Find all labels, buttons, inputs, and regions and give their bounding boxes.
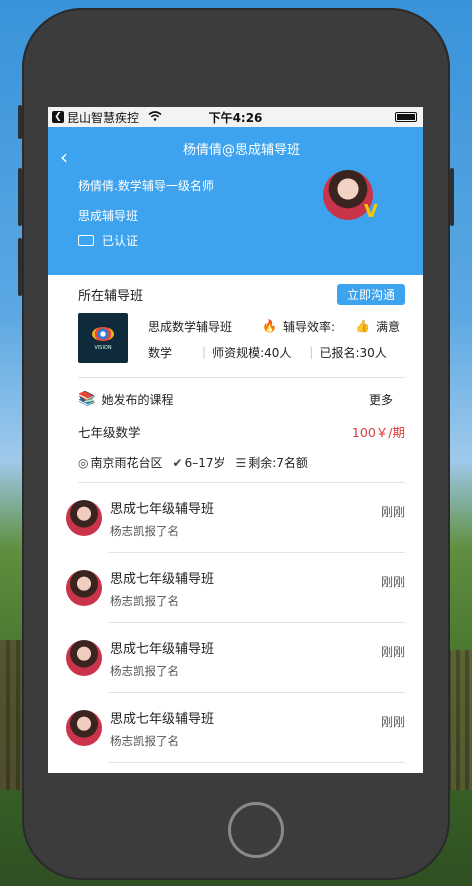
- course-location: 南京雨花台区: [90, 455, 163, 470]
- teacher-scale: 师资规模:40人: [212, 345, 292, 360]
- more-link[interactable]: 更多: [369, 391, 393, 408]
- power-button: [450, 168, 454, 226]
- teacher-description: 杨倩倩.数学辅导一级名师: [78, 179, 214, 193]
- status-bar: ❮ 昆山智慧疾控 下午4:26: [48, 107, 423, 127]
- avatar: [66, 710, 102, 746]
- item-title: 思成七年级辅导班: [110, 501, 215, 517]
- avatar: [66, 570, 102, 606]
- class-subject: 数学: [148, 345, 173, 360]
- item-subtitle: 杨志凯报了名: [110, 523, 179, 538]
- profile-header: ‹ 杨倩倩@思成辅导班 杨倩倩.数学辅导一级名师 思成辅导班 已认证 V: [48, 127, 423, 275]
- home-button[interactable]: [228, 802, 284, 858]
- course-section-title: 她发布的课程: [101, 392, 174, 407]
- item-subtitle: 杨志凯报了名: [110, 593, 179, 608]
- verified-label: 已认证: [102, 234, 139, 248]
- list-item[interactable]: 思成七年级辅导班 杨志凯报了名 刚刚: [48, 483, 423, 553]
- item-time: 刚刚: [380, 715, 405, 729]
- item-title: 思成七年级辅导班: [110, 571, 215, 587]
- item-time: 刚刚: [380, 645, 405, 659]
- course-name: 七年级数学: [78, 424, 141, 440]
- verified-status: 已认证: [78, 232, 138, 249]
- location-icon: ◎: [78, 455, 89, 470]
- item-time: 刚刚: [380, 575, 405, 589]
- class-card[interactable]: VISION 思成数学辅导班 🔥 辅导效率: 👍 满意 数学 | 师资规模:40…: [78, 313, 405, 377]
- course-section: 📚 她发布的课程 更多 七年级数学 100￥/期 ◎ 南京雨花台区 ✔ 6–17岁 …: [48, 378, 423, 482]
- list-icon: ☰: [235, 455, 247, 470]
- item-subtitle: 杨志凯报了名: [110, 733, 179, 748]
- efficiency-value: 满意: [375, 319, 400, 334]
- mute-switch: [18, 105, 22, 139]
- list-item[interactable]: 思成七年级辅导班 杨志凯报了名 刚刚: [48, 693, 423, 763]
- efficiency-label: 辅导效率:: [282, 319, 336, 334]
- check-circle-icon: ✔: [172, 455, 183, 470]
- battery-icon: [395, 112, 417, 122]
- course-price: 100￥/期: [351, 424, 405, 440]
- list-item[interactable]: 思成七年级辅导班 杨志凯报了名 刚刚: [48, 623, 423, 693]
- enrolled-count: 已报名:30人: [319, 345, 387, 360]
- app-screen: ❮ 昆山智慧疾控 下午4:26 ‹ 杨倩倩@思成辅导班 杨倩倩.数学辅导一级名师…: [48, 107, 423, 773]
- course-age: 6–17岁: [184, 455, 226, 470]
- list-item[interactable]: 思成七年级辅导班 杨志凯报了名 刚刚: [48, 553, 423, 623]
- item-time: 刚刚: [380, 505, 405, 519]
- organization-name: 思成辅导班: [78, 209, 139, 223]
- id-card-icon: [78, 235, 94, 246]
- book-icon: 📚: [78, 391, 96, 407]
- chat-now-button[interactable]: 立即沟通: [336, 283, 405, 305]
- page-title: 杨倩倩@思成辅导班: [182, 143, 300, 158]
- volume-up-button: [18, 168, 22, 226]
- avatar: [66, 500, 102, 536]
- eye-logo-icon: [92, 327, 114, 341]
- class-name: 思成数学辅导班: [148, 319, 233, 334]
- class-logo: VISION: [78, 313, 128, 363]
- thumb-up-icon: 👍: [355, 319, 370, 333]
- fire-icon: 🔥: [262, 319, 277, 333]
- separator: |: [309, 345, 314, 359]
- item-title: 思成七年级辅导班: [110, 641, 215, 657]
- logo-text: VISION: [94, 345, 112, 351]
- class-section: 所在辅导班 立即沟通 VISION 思成数学辅导班 🔥 辅导效率: 👍 满意 数…: [48, 275, 423, 377]
- item-title: 思成七年级辅导班: [110, 711, 215, 727]
- separator: |: [202, 345, 207, 359]
- course-remaining: 剩余:7名额: [248, 455, 308, 470]
- avatar: [66, 640, 102, 676]
- vip-badge-icon: V: [364, 201, 378, 222]
- class-section-title: 所在辅导班: [78, 288, 144, 304]
- course-item[interactable]: 七年级数学 100￥/期: [78, 420, 405, 442]
- status-time: 下午4:26: [208, 110, 263, 125]
- item-subtitle: 杨志凯报了名: [110, 663, 179, 678]
- volume-down-button: [18, 238, 22, 296]
- enrollment-list: 思成七年级辅导班 杨志凯报了名 刚刚 思成七年级辅导班 杨志凯报了名 刚刚 思成…: [48, 483, 423, 763]
